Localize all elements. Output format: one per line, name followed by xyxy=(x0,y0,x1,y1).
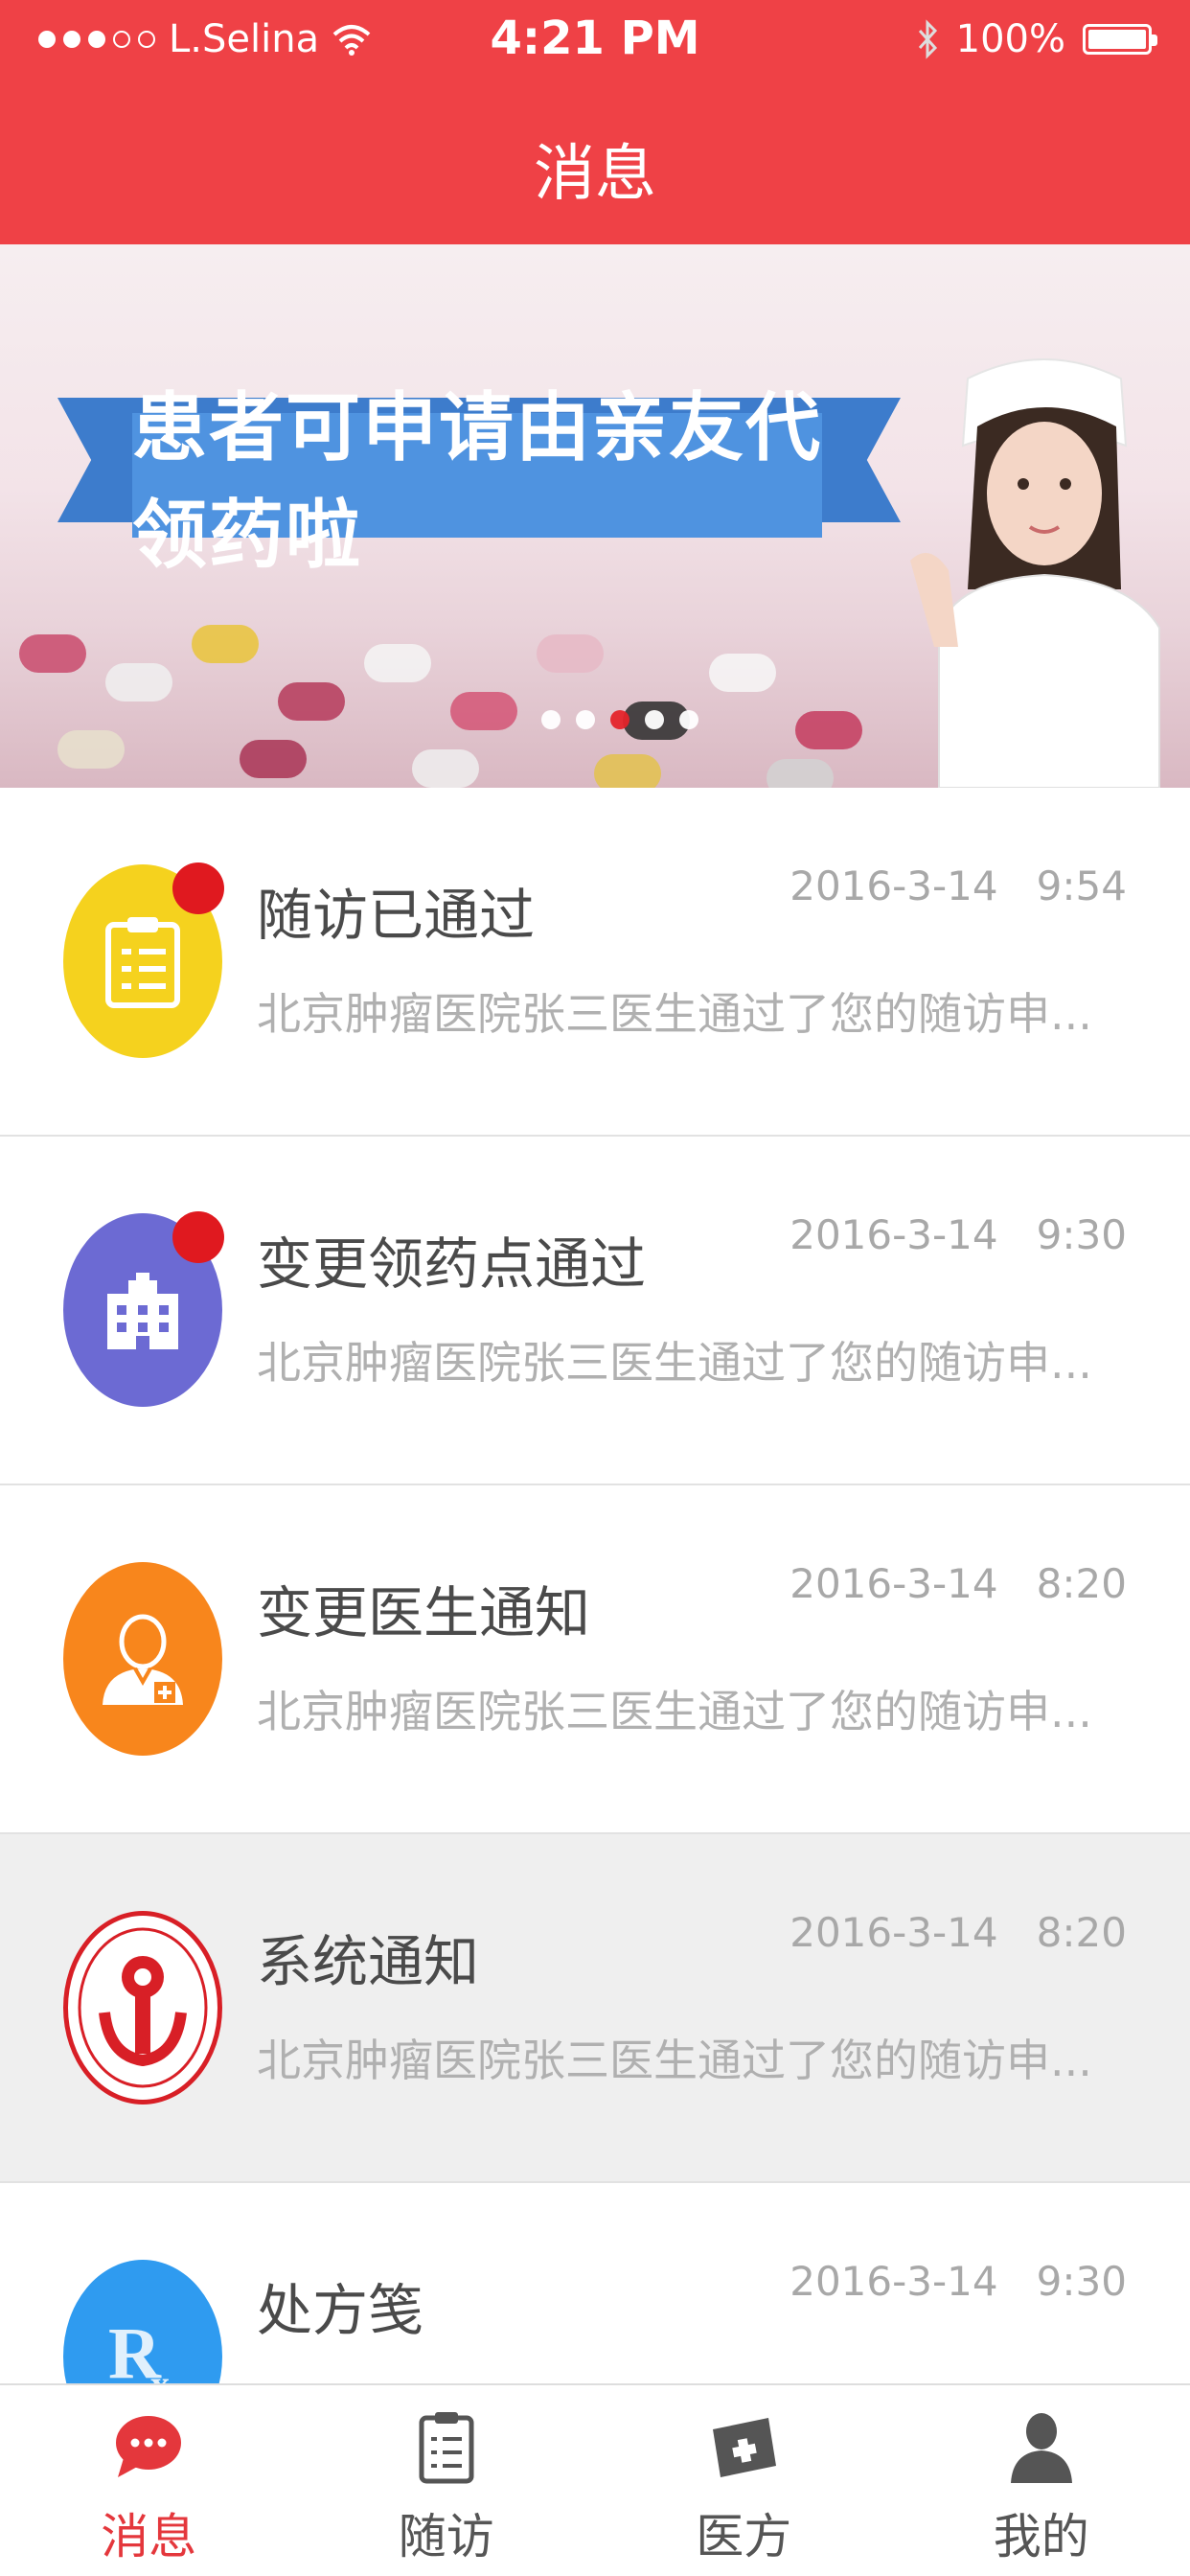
tab-profile[interactable]: 我的 xyxy=(893,2385,1190,2576)
list-item[interactable]: 随访已通过 2016-3-14 9:54 北京肿瘤医院张三医生通过了您的随访申.… xyxy=(0,788,1190,1137)
battery-percent: 100% xyxy=(955,17,1065,61)
tab-label: 医方 xyxy=(696,2509,792,2564)
tab-messages[interactable]: 消息 xyxy=(0,2385,298,2576)
promo-banner[interactable]: 患者可申请由亲友代领药啦 xyxy=(0,244,1190,788)
message-preview: 北京肿瘤医院张三医生通过了您的随访申... xyxy=(257,1337,1092,1389)
tab-label: 消息 xyxy=(101,2509,197,2564)
pager-dot-active[interactable] xyxy=(610,710,629,729)
bluetooth-icon xyxy=(918,19,937,59)
banner-headline: 患者可申请由亲友代领药啦 xyxy=(132,385,823,579)
tab-label: 随访 xyxy=(398,2509,494,2564)
message-preview: 北京肿瘤医院张三医生通过了您的随访申... xyxy=(257,1686,1092,1737)
message-title: 系统通知 xyxy=(257,1929,480,1994)
tab-followup[interactable]: 随访 xyxy=(298,2385,596,2576)
message-timestamp: 2016-3-14 8:20 xyxy=(790,1560,1127,1607)
message-timestamp: 2016-3-14 8:20 xyxy=(790,1909,1127,1956)
person-icon xyxy=(1010,2413,1072,2483)
message-title: 处方笺 xyxy=(257,2278,424,2343)
unread-badge xyxy=(172,1211,224,1263)
status-bar: L.Selina 4:21 PM 100% xyxy=(0,0,1190,86)
nurse-illustration xyxy=(910,358,1160,788)
tab-label: 我的 xyxy=(993,2509,1089,2564)
banner-pager[interactable] xyxy=(541,710,698,729)
message-timestamp: 2016-3-14 9:54 xyxy=(790,862,1127,909)
message-timestamp: 2016-3-14 9:30 xyxy=(790,1211,1127,1258)
message-preview: 北京肿瘤医院张三医生通过了您的随访申... xyxy=(257,2035,1092,2086)
list-item[interactable]: 系统通知 2016-3-14 8:20 北京肿瘤医院张三医生通过了您的随访申..… xyxy=(0,1834,1190,2183)
message-title: 随访已通过 xyxy=(257,883,536,948)
pager-dot[interactable] xyxy=(576,710,595,729)
message-title: 变更医生通知 xyxy=(257,1580,591,1645)
message-list: 随访已通过 2016-3-14 9:54 北京肿瘤医院张三医生通过了您的随访申.… xyxy=(0,788,1190,2532)
unread-badge xyxy=(172,862,224,914)
list-item[interactable]: 变更医生通知 2016-3-14 8:20 北京肿瘤医院张三医生通过了您的随访申… xyxy=(0,1485,1190,1834)
message-title: 变更领药点通过 xyxy=(257,1231,647,1297)
doctor-icon xyxy=(63,1562,222,1756)
pager-dot[interactable] xyxy=(541,710,561,729)
charity-federation-logo xyxy=(63,1911,222,2104)
chat-bubble-icon xyxy=(116,2416,182,2477)
tab-prescription[interactable]: 医方 xyxy=(595,2385,893,2576)
list-item[interactable]: 变更领药点通过 2016-3-14 9:30 北京肿瘤医院张三医生通过了您的随访… xyxy=(0,1137,1190,1485)
bottom-tab-bar: 消息 随访 医方 我的 xyxy=(0,2383,1190,2576)
message-preview: 北京肿瘤医院张三医生通过了您的随访申... xyxy=(257,988,1092,1040)
pager-dot[interactable] xyxy=(645,710,664,729)
message-timestamp: 2016-3-14 9:30 xyxy=(790,2258,1127,2305)
medical-kit-icon xyxy=(713,2418,777,2477)
battery-icon xyxy=(1083,24,1157,55)
page-title: 消息 xyxy=(534,139,656,210)
status-right: 100% xyxy=(916,17,1157,61)
pager-dot[interactable] xyxy=(679,710,698,729)
clipboard-icon xyxy=(419,2412,474,2484)
app-header: L.Selina 4:21 PM 100% 消息 xyxy=(0,0,1190,244)
